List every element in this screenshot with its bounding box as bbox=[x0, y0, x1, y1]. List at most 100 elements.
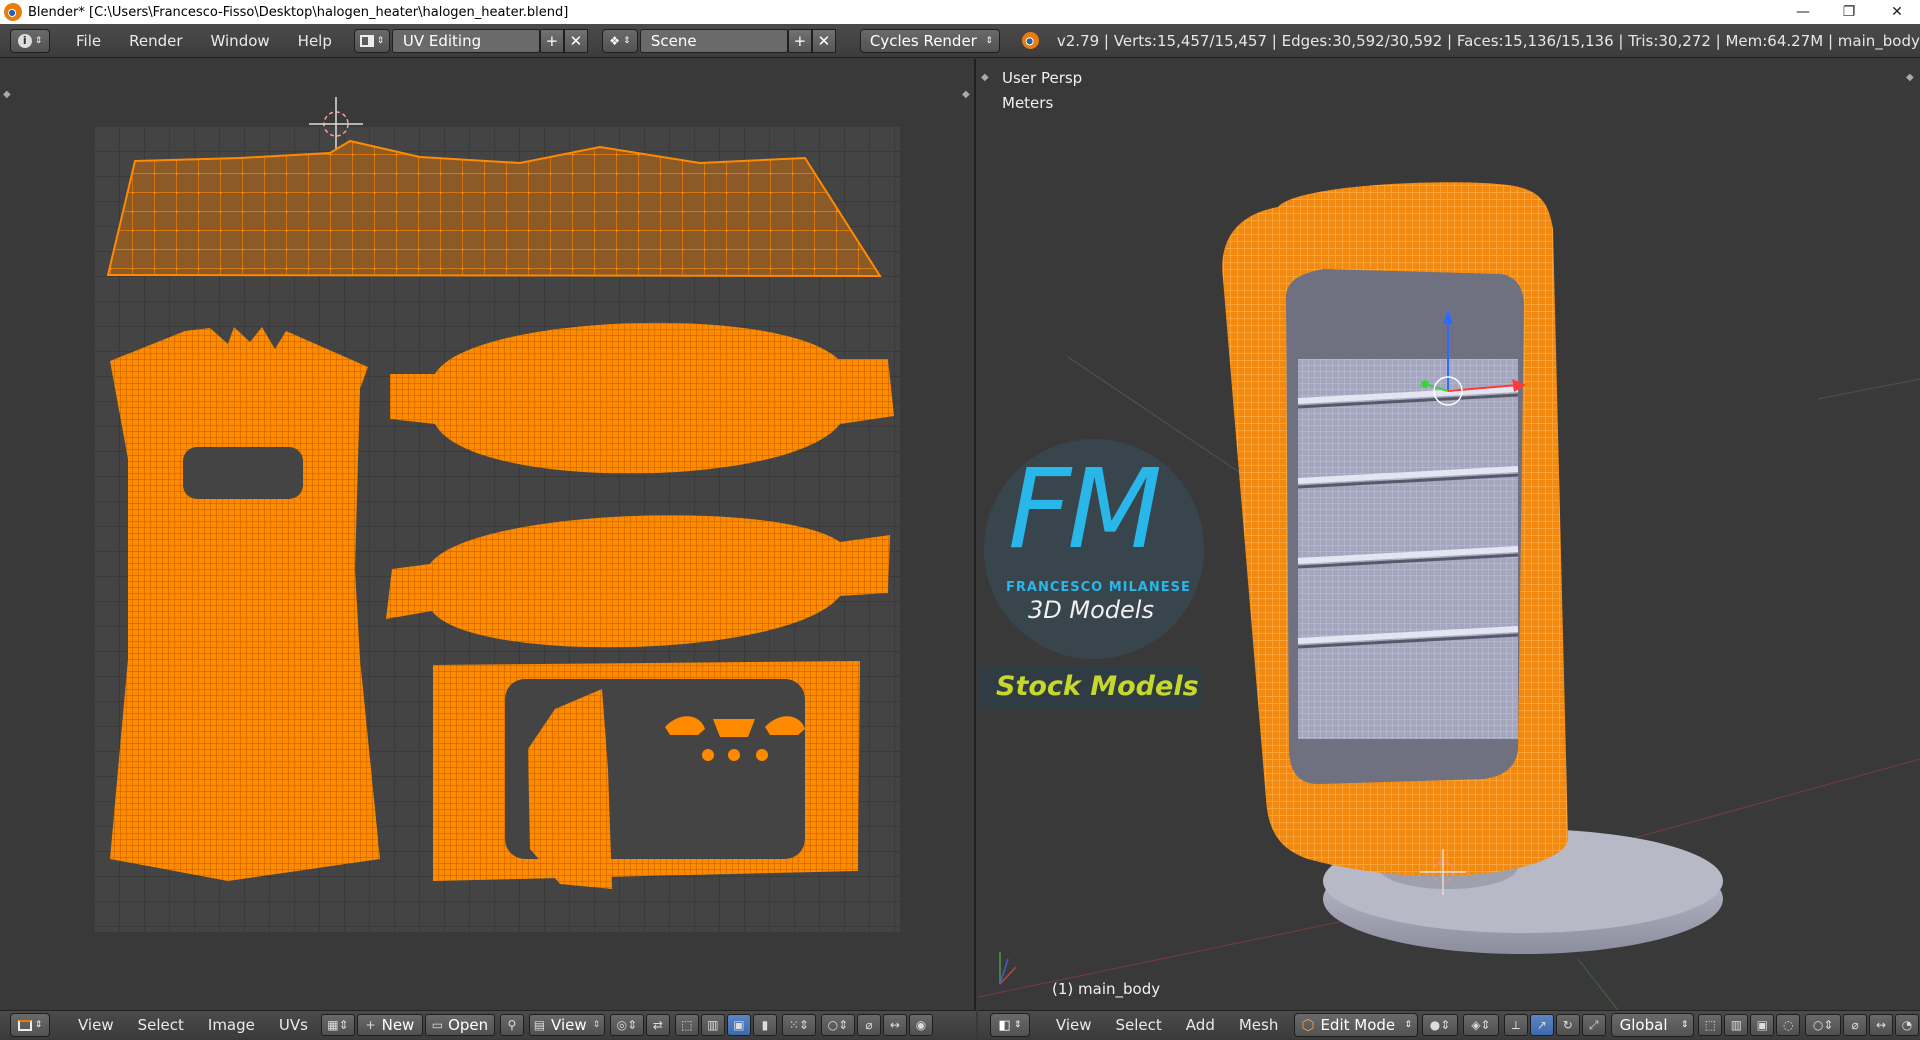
mode-label: Edit Mode bbox=[1320, 1016, 1396, 1034]
sticky-mode-icon[interactable]: ⁙⇕ bbox=[781, 1014, 816, 1036]
uv-editor-header: ⇕ View Select Image UVs ▦⇕ + New ▭ Open … bbox=[0, 1010, 976, 1039]
updown-arrows-icon: ⇕ bbox=[376, 35, 385, 46]
menu-render[interactable]: Render bbox=[115, 24, 196, 58]
render-engine-label: Cycles Render bbox=[869, 31, 977, 50]
uv-island-top-strip bbox=[106, 139, 882, 278]
3d-menu-view[interactable]: View bbox=[1044, 1011, 1104, 1040]
delete-layout-icon[interactable]: ✕ bbox=[563, 28, 588, 53]
uv-island-small-2 bbox=[713, 719, 755, 737]
3d-menu-add[interactable]: Add bbox=[1174, 1011, 1227, 1040]
vertex-select-icon[interactable]: ⬚ bbox=[674, 1014, 699, 1036]
view-mode-label: View bbox=[551, 1016, 587, 1034]
face-select-mode-icon[interactable]: ▣ bbox=[1750, 1014, 1775, 1036]
snap-icon[interactable]: ⌀ bbox=[856, 1014, 881, 1036]
updown-arrows-icon: ⇕ bbox=[1680, 1020, 1689, 1030]
window-titlebar: Blender* [C:\Users\Francesco-Fisso\Deskt… bbox=[0, 0, 1920, 24]
transform-orientation-dropdown[interactable]: Global ⇕ bbox=[1610, 1013, 1695, 1037]
3d-menu-mesh[interactable]: Mesh bbox=[1227, 1011, 1291, 1040]
uv-editor-type-selector[interactable]: ⇕ bbox=[10, 1013, 50, 1037]
watermark-brand: FRANCESCO MILANESE bbox=[1006, 580, 1191, 595]
viewport-shading-icon[interactable]: ●⇕ bbox=[1422, 1014, 1458, 1036]
uv-island-side-2 bbox=[386, 515, 890, 648]
add-layout-icon[interactable]: + bbox=[539, 28, 564, 53]
window-title: Blender* [C:\Users\Francesco-Fisso\Deskt… bbox=[28, 4, 569, 20]
uv-island-side-1 bbox=[390, 322, 894, 474]
blender-logo-icon bbox=[1021, 32, 1039, 49]
pivot-point-icon[interactable]: ◈⇕ bbox=[1462, 1014, 1499, 1036]
uv-island-front-window bbox=[183, 447, 303, 499]
image-editor-icon bbox=[17, 1019, 32, 1031]
menu-window[interactable]: Window bbox=[197, 24, 284, 58]
manipulator-toggle-icon[interactable]: ⟂ bbox=[1503, 1014, 1528, 1036]
editor-type-selector[interactable]: i ⇕ bbox=[10, 28, 50, 53]
3d-view-header: ◧ ⇕ View Select Add Mesh ⬡ Edit Mode ⇕ ●… bbox=[978, 1010, 1920, 1039]
folder-icon: ▭ bbox=[431, 1018, 444, 1032]
watermark-subtitle: 3D Models bbox=[1028, 596, 1154, 624]
menu-help[interactable]: Help bbox=[284, 24, 346, 58]
open-image-label: Open bbox=[448, 1016, 489, 1034]
object-label: (1) main_body bbox=[1052, 980, 1161, 998]
snap-target-icon[interactable]: ↔ bbox=[882, 1014, 907, 1036]
layout-browse-button[interactable]: ⇕ bbox=[353, 28, 390, 53]
vertex-select-mode-icon[interactable]: ⬚ bbox=[1698, 1014, 1723, 1036]
limit-selection-icon[interactable]: ◌ bbox=[1776, 1014, 1801, 1036]
uv-menu-image[interactable]: Image bbox=[196, 1011, 267, 1040]
snapping-icon[interactable]: ⌀ bbox=[1843, 1014, 1868, 1036]
display-icon[interactable]: ◉ bbox=[908, 1014, 933, 1036]
scene-browse-button[interactable]: ❖ ⇕ bbox=[601, 28, 638, 53]
island-select-icon[interactable]: ▮ bbox=[752, 1014, 777, 1036]
3d-viewport[interactable]: ◆ ◆ User Persp Meters FM FRANCESCO MILAN… bbox=[978, 59, 1920, 1010]
proportional-edit-icon[interactable]: ○⇕ bbox=[820, 1014, 855, 1036]
proportional-editing-icon[interactable]: ○⇕ bbox=[1805, 1014, 1842, 1036]
cube-icon: ◧ bbox=[998, 1017, 1011, 1033]
layout-name-field[interactable]: UV Editing bbox=[391, 28, 540, 53]
scene-statistics: v2.79 | Verts:15,457/15,457 | Edges:30,5… bbox=[1056, 31, 1920, 50]
watermark-fm: FM bbox=[1008, 445, 1162, 573]
scene-name-field[interactable]: Scene bbox=[639, 28, 788, 53]
view-mode-icon: ▤ bbox=[533, 1018, 546, 1032]
uv-menu-uvs[interactable]: UVs bbox=[267, 1011, 320, 1040]
mode-dropdown[interactable]: ⬡ Edit Mode ⇕ bbox=[1294, 1013, 1419, 1037]
restore-button[interactable]: ❐ bbox=[1826, 0, 1872, 24]
3d-editor-type-selector[interactable]: ◧ ⇕ bbox=[990, 1013, 1030, 1037]
3d-menu-select[interactable]: Select bbox=[1104, 1011, 1174, 1040]
open-image-button[interactable]: ▭ Open bbox=[424, 1014, 495, 1036]
scene-icon: ❖ bbox=[609, 33, 620, 48]
uv-menu-select[interactable]: Select bbox=[126, 1011, 196, 1040]
menu-file[interactable]: File bbox=[62, 24, 115, 58]
updown-arrows-icon: ⇕ bbox=[1404, 1020, 1413, 1030]
info-icon: i bbox=[17, 33, 32, 48]
pin-icon[interactable]: ⚲ bbox=[499, 1014, 524, 1036]
updown-arrows-icon: ⇕ bbox=[34, 35, 43, 46]
scale-manipulator-icon[interactable]: ⤢ bbox=[1581, 1014, 1606, 1036]
uv-image-editor[interactable]: ◆ ◆ bbox=[0, 59, 976, 1010]
delete-scene-icon[interactable]: ✕ bbox=[811, 28, 836, 53]
pivot-icon[interactable]: ◎⇕ bbox=[609, 1014, 644, 1036]
new-image-label: New bbox=[381, 1016, 415, 1034]
face-select-icon[interactable]: ▣ bbox=[726, 1014, 751, 1036]
image-browse-icon[interactable]: ▦⇕ bbox=[320, 1014, 355, 1036]
add-scene-icon[interactable]: + bbox=[787, 28, 812, 53]
edit-mode-icon: ⬡ bbox=[1301, 1016, 1315, 1034]
uv-island-front-body bbox=[110, 327, 380, 881]
overlay-icon[interactable]: ◔ bbox=[1895, 1014, 1919, 1036]
uv-menu-view[interactable]: View bbox=[66, 1011, 126, 1040]
view-mode-dropdown[interactable]: ▤ View ⇕ bbox=[528, 1014, 605, 1036]
edge-select-icon[interactable]: ▥ bbox=[700, 1014, 725, 1036]
info-header: i ⇕ File Render Window Help ⇕ UV Editing… bbox=[0, 24, 1920, 58]
layout-grid-icon bbox=[359, 34, 374, 47]
orientation-label: Global bbox=[1619, 1016, 1668, 1034]
close-button[interactable]: ✕ bbox=[1874, 0, 1920, 24]
translate-manipulator-icon[interactable]: ↗ bbox=[1529, 1014, 1554, 1036]
uv-islands bbox=[106, 97, 894, 889]
sync-selection-icon[interactable]: ⇄ bbox=[645, 1014, 670, 1036]
updown-arrows-icon: ⇕ bbox=[622, 35, 631, 46]
rotate-manipulator-icon[interactable]: ↻ bbox=[1555, 1014, 1580, 1036]
minimize-button[interactable]: — bbox=[1780, 0, 1826, 24]
snap-element-icon[interactable]: ↔ bbox=[1869, 1014, 1893, 1036]
edge-select-mode-icon[interactable]: ▥ bbox=[1724, 1014, 1749, 1036]
render-engine-dropdown[interactable]: Cycles Render ⇕ bbox=[859, 28, 1000, 53]
updown-arrows-icon: ⇕ bbox=[592, 1020, 601, 1030]
uv-island-dot-2 bbox=[728, 749, 740, 761]
new-image-button[interactable]: + New bbox=[356, 1014, 423, 1036]
